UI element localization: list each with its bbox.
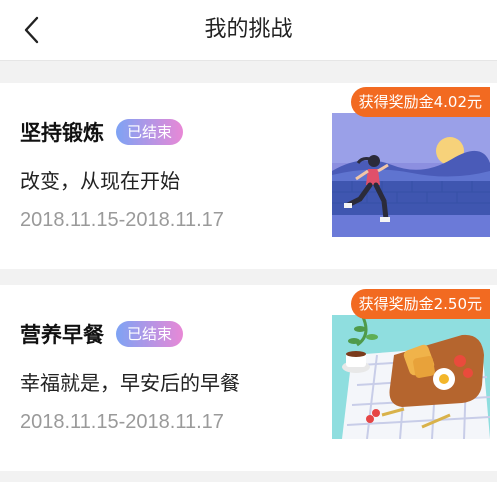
status-badge: 已结束: [116, 321, 184, 347]
reward-badge: 获得奖励金2.50元: [350, 289, 490, 319]
challenge-dates: 2018.11.15-2018.11.17: [20, 411, 224, 433]
breakfast-illustration: [332, 315, 490, 439]
challenge-name: 坚持锻炼: [20, 121, 104, 145]
runner-illustration: [332, 113, 490, 237]
nav-bar: 我的挑战: [0, 0, 497, 61]
challenge-slogan: 幸福就是，早安后的早餐: [20, 371, 240, 395]
challenge-card[interactable]: 坚持锻炼 已结束 改变，从现在开始 2018.11.15-2018.11.17 …: [0, 83, 497, 269]
challenge-image: [332, 315, 490, 439]
challenge-name: 营养早餐: [20, 323, 104, 347]
challenge-dates: 2018.11.15-2018.11.17: [20, 209, 224, 231]
challenge-image: [332, 113, 490, 237]
status-badge: 已结束: [116, 119, 184, 145]
challenge-card[interactable]: 营养早餐 已结束 幸福就是，早安后的早餐 2018.11.15-2018.11.…: [0, 285, 497, 471]
page-title: 我的挑战: [204, 17, 293, 42]
challenge-slogan: 改变，从现在开始: [20, 169, 180, 193]
reward-badge: 获得奖励金4.02元: [350, 87, 490, 117]
